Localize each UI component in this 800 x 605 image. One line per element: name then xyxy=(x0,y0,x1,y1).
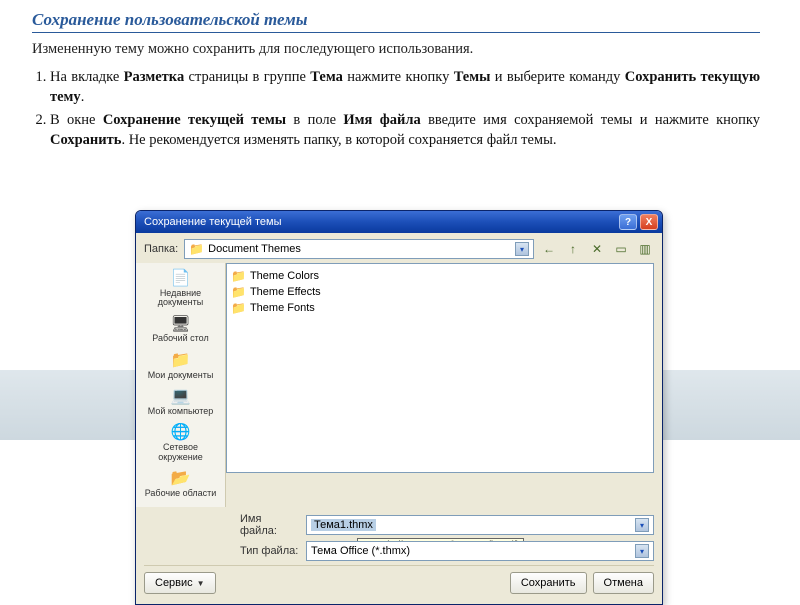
recent-icon: 📄 xyxy=(171,271,191,288)
cancel-button[interactable]: Отмена xyxy=(593,572,654,594)
filename-label: Имя файла: xyxy=(144,513,300,537)
place-label: Рабочий стол xyxy=(152,334,209,343)
dialog-bottom: Имя файла: Тема1.thmx ▾ Имя файла или ве… xyxy=(136,507,662,604)
dialog-titlebar[interactable]: Сохранение текущей темы ? X xyxy=(136,211,662,233)
place-label: Рабочие области xyxy=(145,489,217,498)
close-button[interactable]: X xyxy=(640,214,658,230)
filetype-select[interactable]: Тема Office (*.thmx) ▾ xyxy=(306,541,654,561)
list-item[interactable]: 📁 Theme Effects xyxy=(231,284,649,300)
network-icon: 🌐 xyxy=(171,425,191,442)
dialog-toolbar: Папка: 📁 Document Themes ▾ ← ↑ ✕ ▭ ▥ xyxy=(136,233,662,263)
chevron-down-icon[interactable]: ▾ xyxy=(515,242,529,256)
folder-dropdown[interactable]: 📁 Document Themes ▾ xyxy=(184,239,534,259)
save-button[interactable]: Сохранить xyxy=(510,572,587,594)
place-recent[interactable]: 📄 Недавние документы xyxy=(139,267,222,312)
save-label: Сохранить xyxy=(521,577,576,589)
filetype-label: Тип файла: xyxy=(144,545,300,557)
intro-text: Измененную тему можно сохранить для посл… xyxy=(32,41,760,58)
desktop-icon: 🖥 xyxy=(170,317,190,334)
folder-label: Папка: xyxy=(144,243,178,255)
title-rule xyxy=(32,32,760,33)
place-mydocs[interactable]: 📁 Мои документы xyxy=(139,349,222,384)
up-icon[interactable]: ↑ xyxy=(564,240,582,258)
dialog-body: 📄 Недавние документы 🖥 Рабочий стол 📁 Мо… xyxy=(136,263,662,507)
folder-icon: 📁 xyxy=(231,269,246,283)
place-workspaces[interactable]: 📂 Рабочие области xyxy=(139,467,222,502)
save-dialog: Сохранение текущей темы ? X Папка: 📁 Doc… xyxy=(135,210,663,605)
delete-icon[interactable]: ✕ xyxy=(588,240,606,258)
cancel-label: Отмена xyxy=(604,577,643,589)
mydocs-icon: 📁 xyxy=(171,353,191,370)
workspace-icon: 📂 xyxy=(171,471,191,488)
chevron-down-icon[interactable]: ▾ xyxy=(635,518,649,532)
list-item[interactable]: 📁 Theme Colors xyxy=(231,268,649,284)
chevron-down-icon: ▼ xyxy=(197,579,205,588)
folder-value: Document Themes xyxy=(208,243,301,255)
item-label: Theme Colors xyxy=(250,270,319,282)
tools-button[interactable]: Сервис ▼ xyxy=(144,572,216,594)
file-list[interactable]: 📁 Theme Colors 📁 Theme Effects 📁 Theme F… xyxy=(226,263,654,473)
list-item[interactable]: 📁 Theme Fonts xyxy=(231,300,649,316)
item-label: Theme Fonts xyxy=(250,302,315,314)
filename-row: Имя файла: Тема1.thmx ▾ Имя файла или ве… xyxy=(144,513,654,537)
place-label: Сетевое окружение xyxy=(141,443,220,462)
document-body: Сохранение пользовательской темы Изменен… xyxy=(0,0,800,150)
place-mycomputer[interactable]: 💻 Мой компьютер xyxy=(139,385,222,420)
back-icon[interactable]: ← xyxy=(540,240,558,258)
page-title: Сохранение пользовательской темы xyxy=(32,10,760,30)
chevron-down-icon[interactable]: ▾ xyxy=(635,544,649,558)
filetype-value: Тема Office (*.thmx) xyxy=(311,545,410,557)
help-button[interactable]: ? xyxy=(619,214,637,230)
views-icon[interactable]: ▥ xyxy=(636,240,654,258)
place-label: Недавние документы xyxy=(141,289,220,308)
folder-icon: 📁 xyxy=(189,242,204,256)
folder-icon: 📁 xyxy=(231,285,246,299)
tools-label: Сервис xyxy=(155,577,193,589)
folder-icon: 📁 xyxy=(231,301,246,315)
step-1: На вкладке Разметка страницы в группе Те… xyxy=(50,68,760,107)
place-desktop[interactable]: 🖥 Рабочий стол xyxy=(139,313,222,348)
item-label: Theme Effects xyxy=(250,286,321,298)
place-label: Мои документы xyxy=(148,371,214,380)
place-network[interactable]: 🌐 Сетевое окружение xyxy=(139,421,222,466)
place-label: Мой компьютер xyxy=(148,407,214,416)
dialog-title: Сохранение текущей темы xyxy=(144,216,616,228)
filetype-row: Тип файла: Тема Office (*.thmx) ▾ xyxy=(144,541,654,561)
steps-list: На вкладке Разметка страницы в группе Те… xyxy=(50,68,760,150)
filename-value: Тема1.thmx xyxy=(311,519,376,531)
filename-input[interactable]: Тема1.thmx ▾ Имя файла или веб-адрес (ht… xyxy=(306,515,654,535)
places-bar: 📄 Недавние документы 🖥 Рабочий стол 📁 Мо… xyxy=(136,263,226,507)
step-2: В окне Сохранение текущей темы в поле Им… xyxy=(50,111,760,150)
dialog-button-bar: Сервис ▼ Сохранить Отмена xyxy=(144,565,654,594)
new-folder-icon[interactable]: ▭ xyxy=(612,240,630,258)
computer-icon: 💻 xyxy=(171,389,191,406)
